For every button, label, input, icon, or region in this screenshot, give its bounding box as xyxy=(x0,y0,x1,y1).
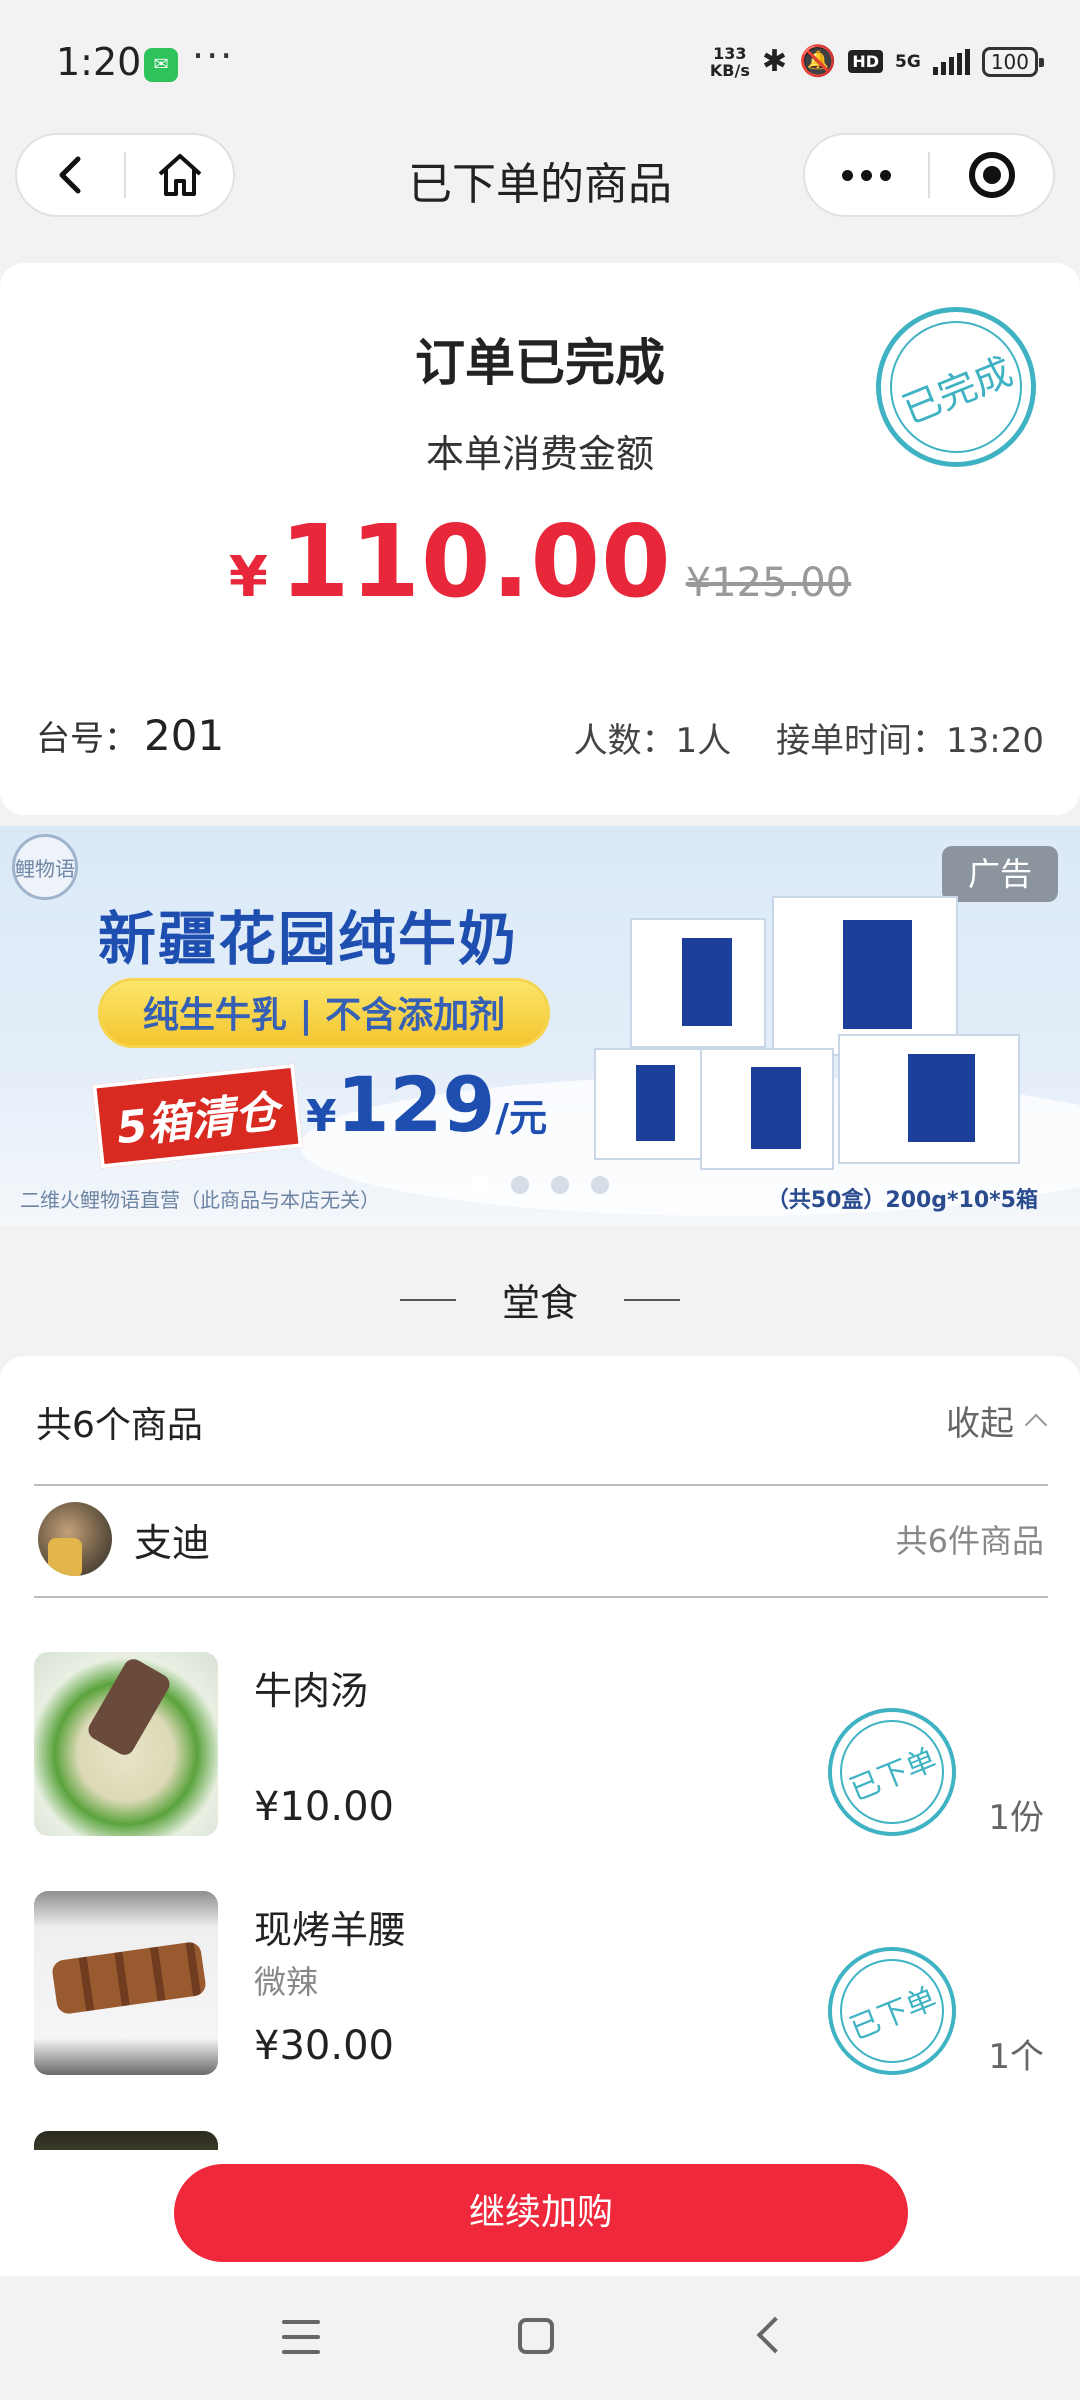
hd-badge: HD xyxy=(848,50,884,73)
order-meta: 人数：1人 接单时间：13:20 xyxy=(574,713,1044,762)
item-price: ¥10.00 xyxy=(254,1784,394,1830)
completed-stamp: 已完成 xyxy=(870,301,1042,473)
amount-row: ¥ 110.00 ¥125.00 xyxy=(0,503,1080,620)
ad-brand-logo: 鲤物语 xyxy=(12,834,78,900)
ordered-stamp-text: 已下单 xyxy=(824,1943,960,2079)
more-icon xyxy=(842,169,891,181)
ad-headline: 新疆花园纯牛奶 xyxy=(98,905,519,973)
collapse-button[interactable]: 收起 xyxy=(946,1396,1048,1445)
wechat-icon: ✉ xyxy=(144,48,178,82)
system-nav-bar xyxy=(0,2276,1080,2400)
items-count: 共6个商品 xyxy=(36,1405,203,1446)
table-label: 台号： xyxy=(36,719,138,759)
ad-price-value: 129 xyxy=(336,1060,496,1149)
ordered-stamp-text: 已下单 xyxy=(824,1704,960,1840)
network-speed-value: 133 xyxy=(713,43,747,63)
item-quantity: 1个 xyxy=(988,2037,1044,2077)
more-notifications-icon: ··· xyxy=(192,34,235,78)
carousel-dot[interactable] xyxy=(471,1176,489,1194)
people-count: 人数：1人 xyxy=(573,721,732,761)
ordered-stamp: 已下单 xyxy=(824,1704,960,1840)
milk-box-image xyxy=(630,918,766,1048)
status-bar: 1:20 ✉ ··· 133 KB/s ✱ 🔕 HD 5G 100 xyxy=(0,0,1080,130)
ad-price-currency: ¥ xyxy=(306,1091,337,1142)
ad-price-unit: /元 xyxy=(495,1096,548,1140)
amount-value: 110.00 xyxy=(279,503,672,620)
user-item-count: 共6件商品 xyxy=(895,1522,1044,1560)
milk-box-image xyxy=(700,1048,834,1170)
ad-price: ¥129/元 xyxy=(306,1060,547,1149)
battery-icon: 100 xyxy=(981,46,1045,77)
divider-line xyxy=(399,1298,456,1301)
network-speed-unit: KB/s xyxy=(709,60,750,80)
list-item[interactable]: 牛肉汤 ¥10.00 已下单 1份 xyxy=(0,1652,1080,1842)
user-name: 支迪 xyxy=(134,1521,211,1565)
carousel-dot[interactable] xyxy=(591,1176,609,1194)
items-card: 共6个商品 收起 支迪 共6件商品 牛肉汤 ¥10.00 已下单 1份 现烤羊腰… xyxy=(0,1356,1080,2186)
table-info: 台号： 201 xyxy=(36,711,224,760)
ad-promo-badge: 5箱清仓 xyxy=(92,1063,303,1169)
item-spec: 微辣 xyxy=(254,1963,319,2001)
divider xyxy=(34,1484,1048,1486)
divider xyxy=(34,1596,1048,1598)
table-number: 201 xyxy=(144,711,225,760)
bottom-action-bar: 继续加购 xyxy=(0,2150,1080,2276)
home-square-icon[interactable] xyxy=(518,2318,554,2354)
nav-capsule-right xyxy=(803,133,1055,217)
mute-icon: 🔕 xyxy=(798,44,837,79)
carousel-dot[interactable] xyxy=(551,1176,569,1194)
item-price: ¥30.00 xyxy=(254,2023,394,2069)
section-title-text: 堂食 xyxy=(501,1281,578,1325)
item-name: 现烤羊腰 xyxy=(254,1908,407,1952)
carousel-dot[interactable] xyxy=(511,1176,529,1194)
milk-box-image xyxy=(838,1034,1020,1164)
continue-adding-button[interactable]: 继续加购 xyxy=(174,2164,908,2262)
ad-banner[interactable]: 鲤物语 广告 新疆花园纯牛奶 纯生牛乳 | 不含添加剂 5箱清仓 ¥129/元 … xyxy=(0,826,1080,1226)
item-quantity: 1份 xyxy=(988,1798,1044,1838)
menu-icon[interactable] xyxy=(282,2320,320,2354)
ad-product-spec: （共50盒）200g*10*5箱 xyxy=(766,1188,1038,1213)
network-speed: 133 KB/s xyxy=(710,45,750,79)
avatar xyxy=(38,1502,112,1576)
original-amount: ¥125.00 xyxy=(685,560,852,606)
more-button[interactable] xyxy=(805,135,928,215)
item-name: 牛肉汤 xyxy=(254,1669,369,1713)
chevron-up-icon xyxy=(1024,1413,1048,1436)
accept-time: 接单时间：13:20 xyxy=(776,721,1044,761)
ad-label: 广告 xyxy=(942,846,1058,902)
divider-line xyxy=(624,1298,680,1301)
target-icon xyxy=(968,152,1015,198)
milk-box-image xyxy=(594,1048,702,1160)
signal-icon xyxy=(932,48,970,75)
close-miniprogram-button[interactable] xyxy=(930,135,1053,215)
ad-feature-pill: 纯生牛乳 | 不含添加剂 xyxy=(98,978,550,1048)
order-summary-card: 订单已完成 本单消费金额 ¥ 110.00 ¥125.00 已完成 台号： 201… xyxy=(0,263,1080,815)
milk-box-image xyxy=(772,896,958,1056)
section-title: 堂食 xyxy=(0,1272,1080,1327)
item-image xyxy=(34,1652,218,1836)
bluetooth-icon: ✱ xyxy=(761,44,787,79)
ad-footer-note: 二维火鲤物语直营（此商品与本店无关） xyxy=(20,1188,380,1212)
list-item[interactable]: 现烤羊腰 微辣 ¥30.00 已下单 1个 xyxy=(0,1891,1080,2081)
ordered-stamp: 已下单 xyxy=(824,1943,960,2079)
back-triangle-icon[interactable] xyxy=(756,2316,794,2354)
network-type: 5G xyxy=(895,51,921,72)
status-indicators: 133 KB/s ✱ 🔕 HD 5G 100 xyxy=(710,44,1045,79)
item-image xyxy=(34,1891,218,2075)
amount-currency: ¥ xyxy=(228,545,268,610)
status-time: 1:20 xyxy=(56,40,142,84)
collapse-label: 收起 xyxy=(946,1404,1014,1444)
